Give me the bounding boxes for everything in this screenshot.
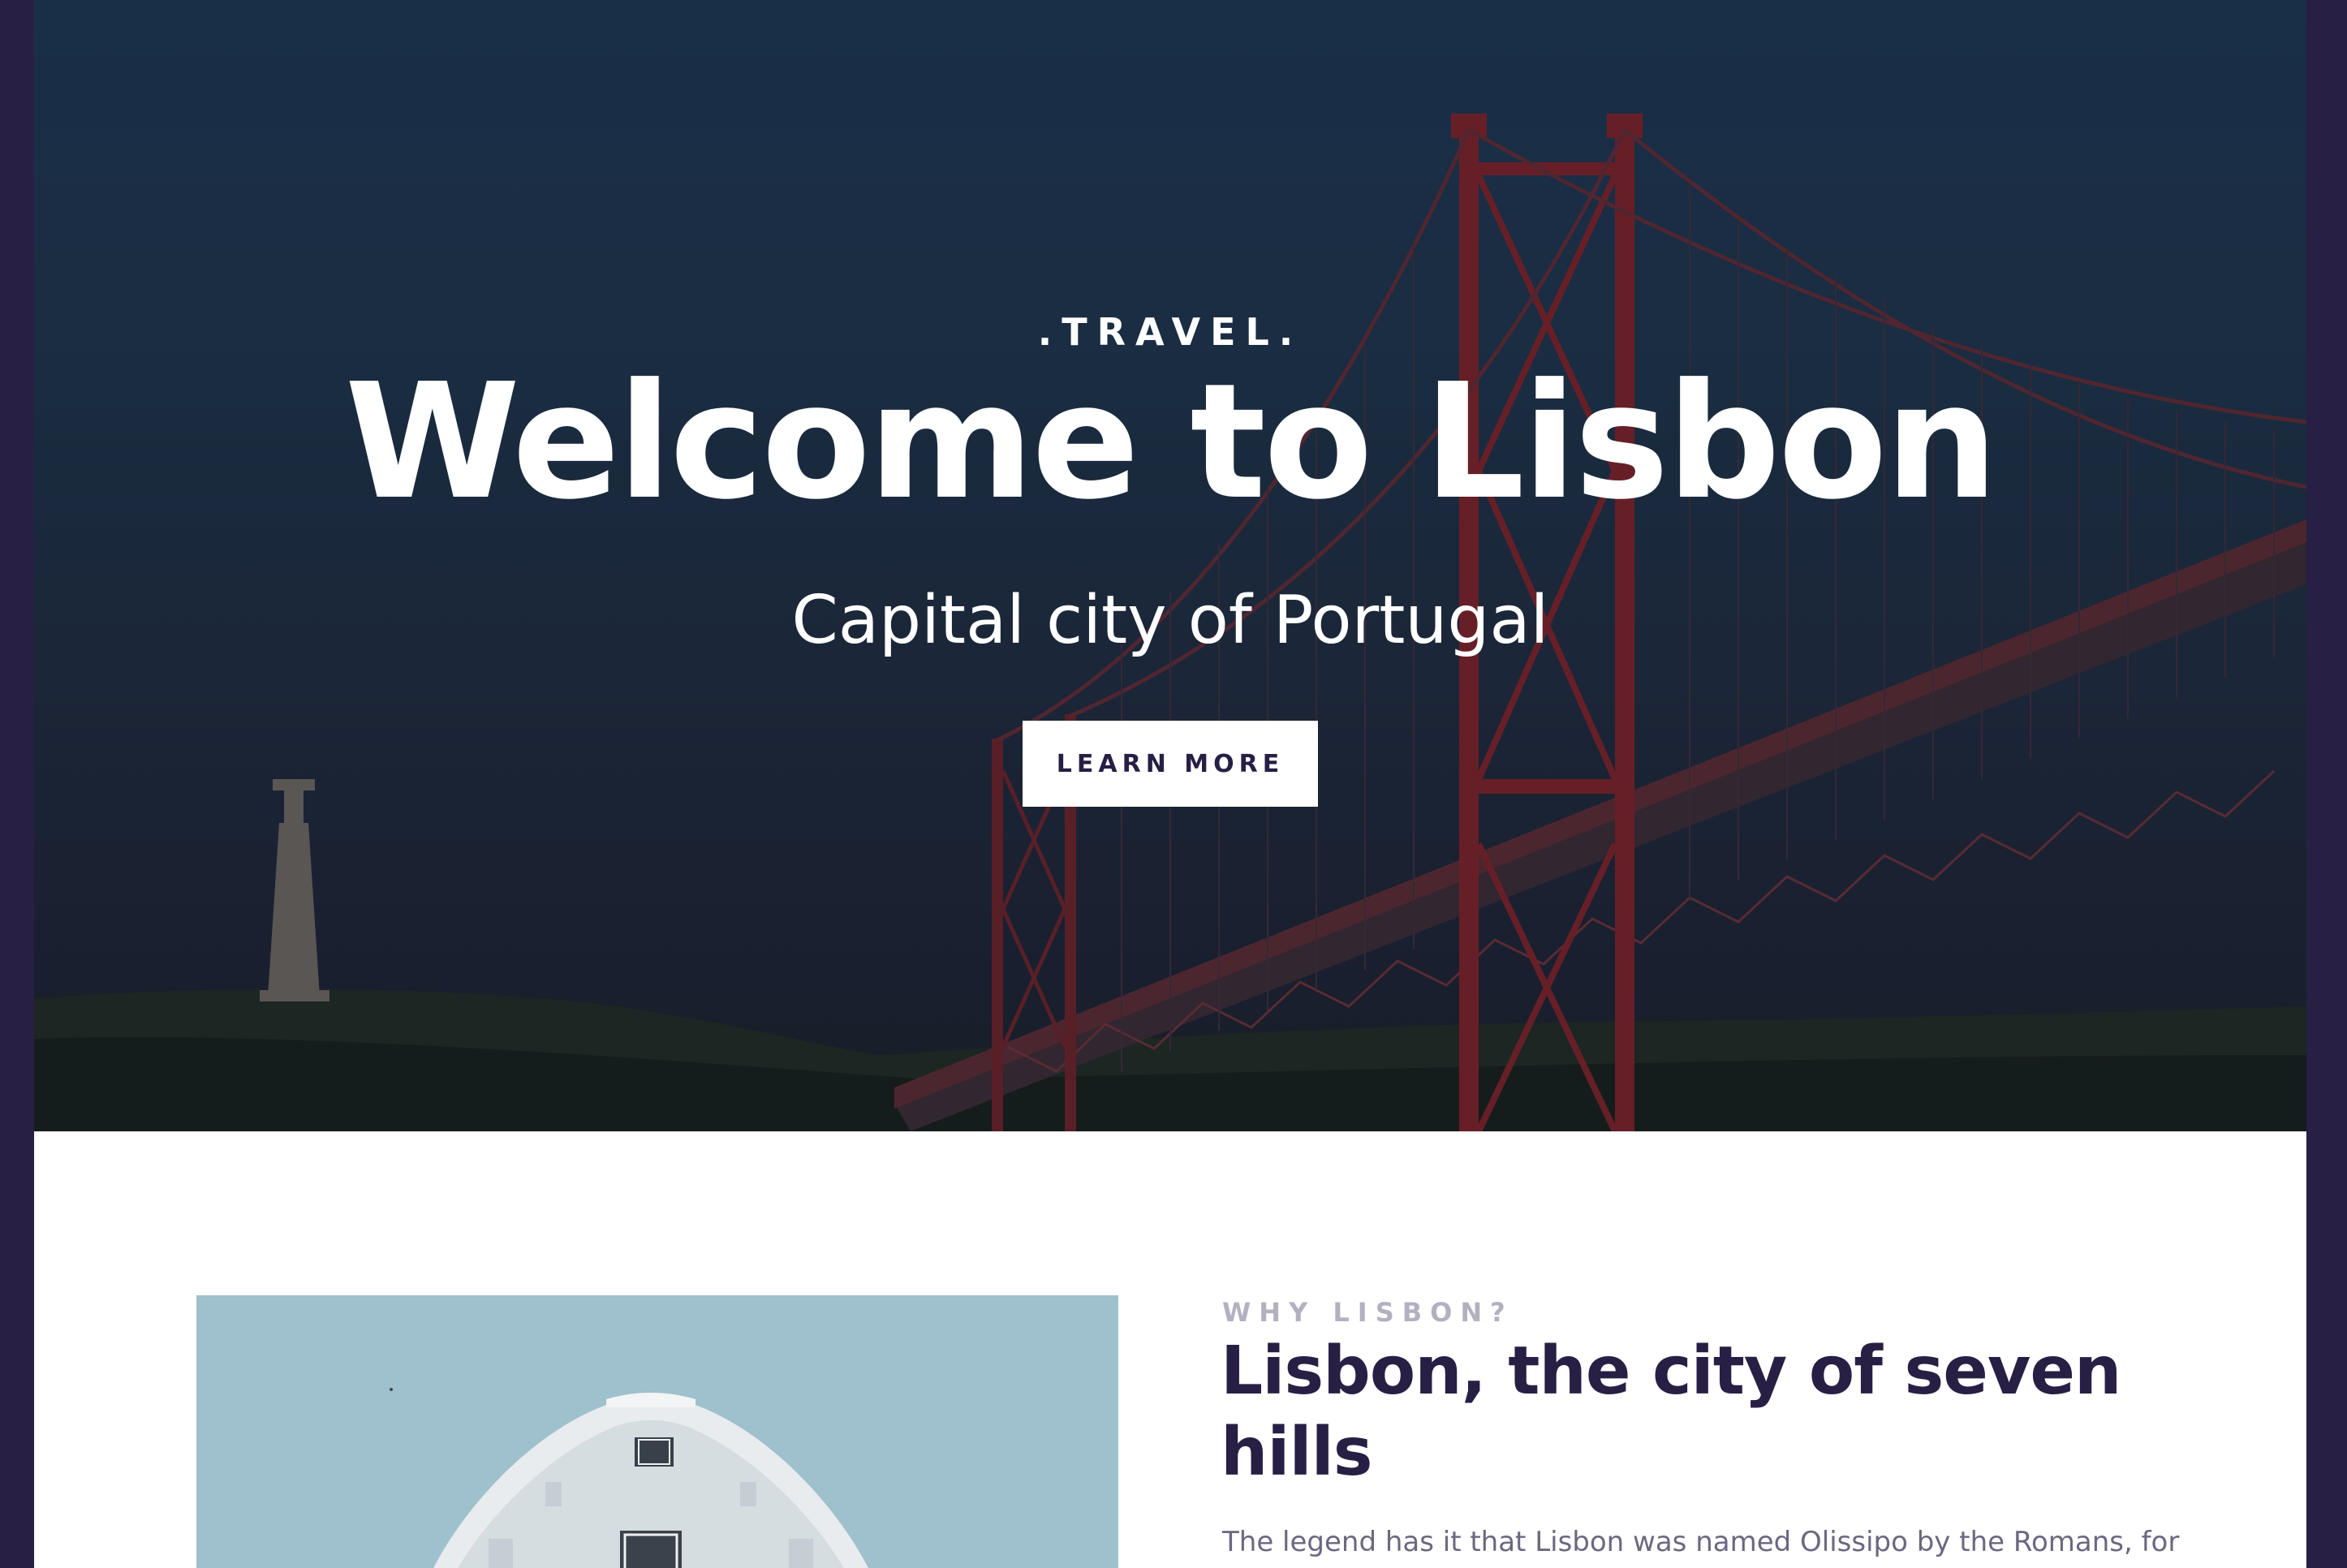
hero-subtitle: Capital city of Portugal xyxy=(791,582,1549,659)
intro-title: Lisbon, the city of seven hills xyxy=(1221,1333,2121,1491)
page: .TRAVEL. Welcome to Lisbon Capital city … xyxy=(34,0,2306,1568)
hero-kicker: .TRAVEL. xyxy=(1037,310,1303,354)
hero-title: Welcome to Lisbon xyxy=(344,350,1998,535)
lisbon-building-photo xyxy=(196,1295,1118,1568)
hero-content: .TRAVEL. Welcome to Lisbon Capital city … xyxy=(34,0,2306,1131)
hero-section: .TRAVEL. Welcome to Lisbon Capital city … xyxy=(34,0,2306,1131)
learn-more-button[interactable]: LEARN MORE xyxy=(1023,721,1318,807)
intro-kicker: WHY LISBON? xyxy=(1222,1297,1514,1328)
intro-body: The legend has it that Lisbon was named … xyxy=(1222,1526,2180,1558)
